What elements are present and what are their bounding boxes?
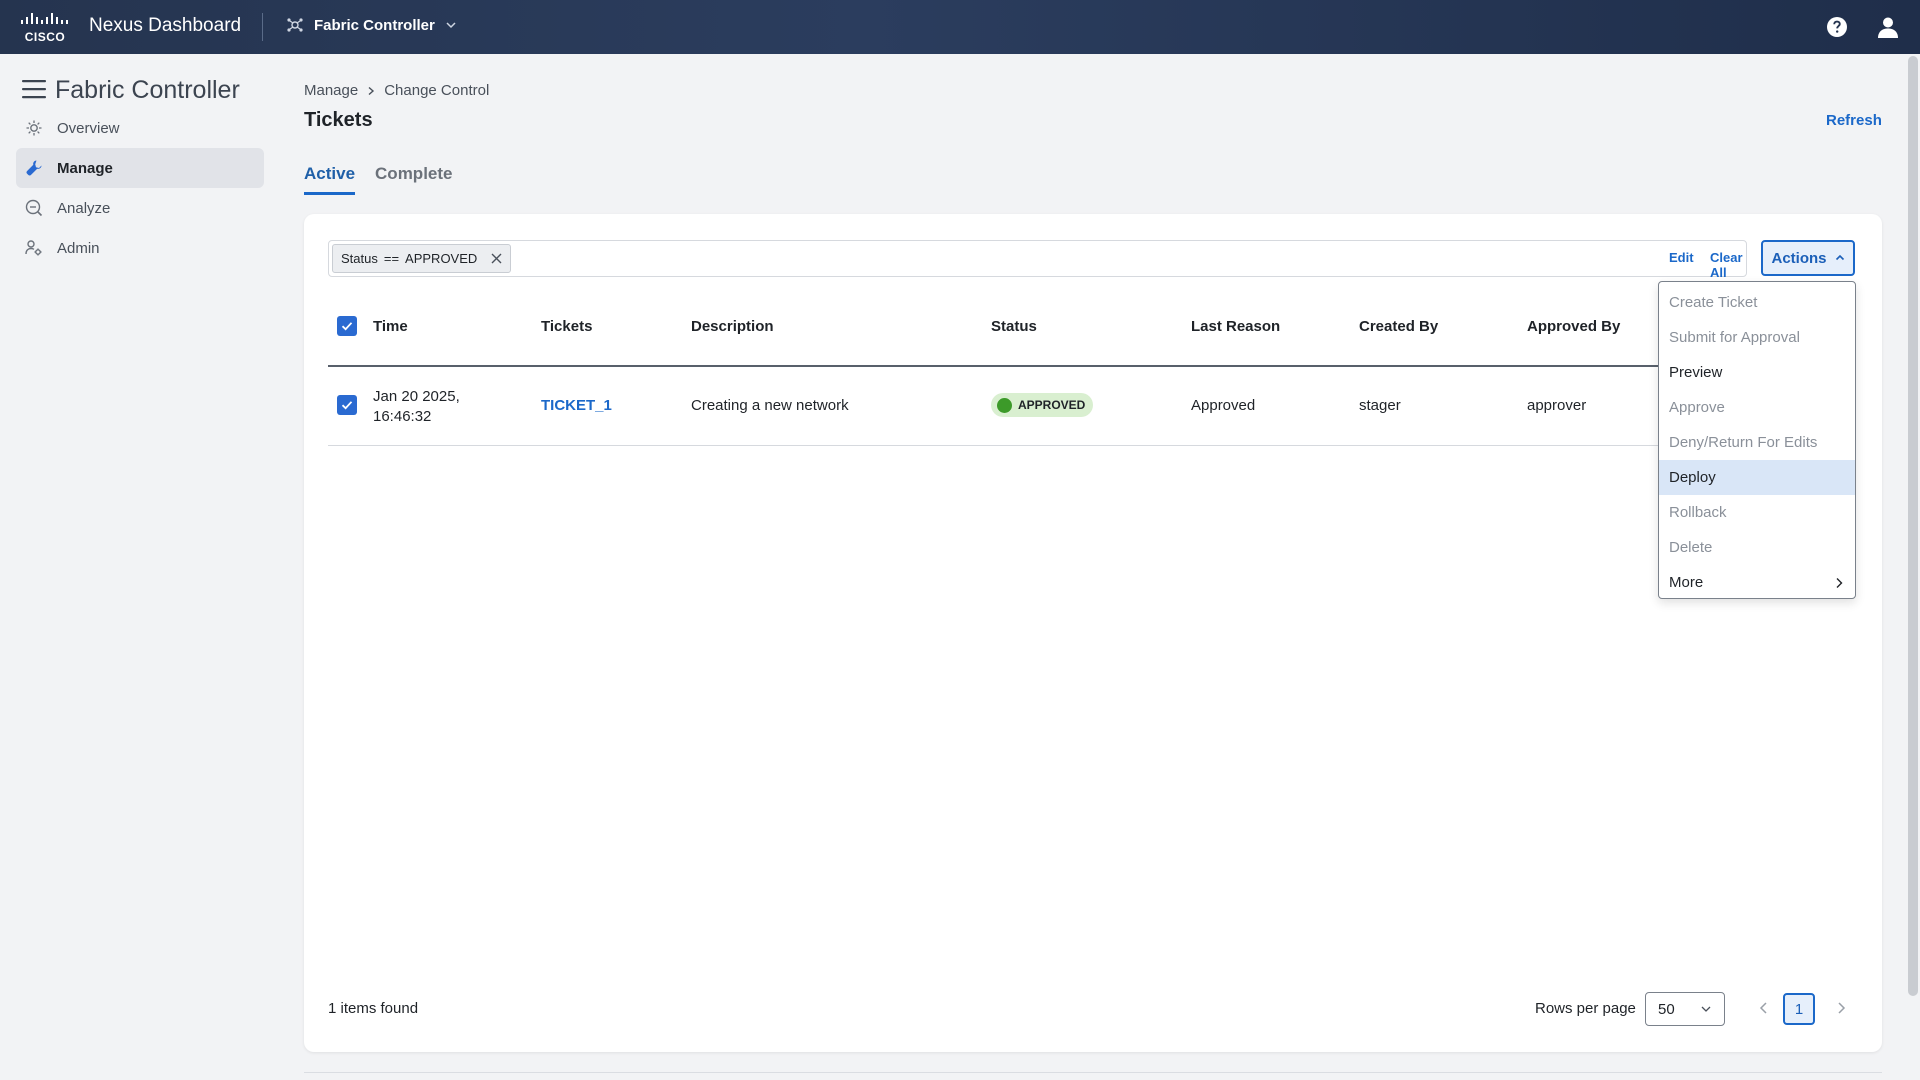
- column-header-last-reason[interactable]: Last Reason: [1191, 318, 1280, 335]
- status-badge-label: APPROVED: [1018, 398, 1086, 412]
- fabric-controller-icon: [287, 18, 303, 32]
- menu-item-delete[interactable]: Delete: [1659, 530, 1855, 565]
- menu-item-more[interactable]: More: [1659, 565, 1855, 598]
- chevron-down-icon: [1701, 1006, 1711, 1012]
- filter-chip-operator: ==: [383, 251, 400, 266]
- pagination-current-page[interactable]: 1: [1783, 993, 1815, 1025]
- column-header-created-by[interactable]: Created By: [1359, 318, 1438, 335]
- hamburger-menu-icon[interactable]: [22, 79, 46, 99]
- filter-clear-all-link[interactable]: Clear All: [1710, 250, 1746, 280]
- help-icon[interactable]: [1826, 16, 1848, 38]
- filter-chip-field: Status: [341, 251, 378, 266]
- column-header-approved-by[interactable]: Approved By: [1527, 318, 1620, 335]
- column-header-status[interactable]: Status: [991, 318, 1037, 335]
- ticket-link[interactable]: TICKET_1: [541, 397, 612, 414]
- service-selector-label: Fabric Controller: [314, 16, 435, 34]
- menu-item-deploy[interactable]: Deploy: [1659, 460, 1855, 495]
- sidebar-item-label: Analyze: [57, 199, 111, 217]
- chevron-right-icon: [1836, 577, 1843, 588]
- sidebar-item-label: Admin: [57, 239, 100, 257]
- tickets-card: Status == APPROVED Edit Clear All Action…: [304, 214, 1882, 1052]
- page-title: Tickets: [304, 109, 373, 131]
- actions-button-label: Actions: [1771, 249, 1827, 267]
- app-name[interactable]: Nexus Dashboard: [89, 15, 241, 37]
- cisco-bridge-icon: [21, 13, 68, 24]
- tab-complete[interactable]: Complete: [375, 164, 452, 195]
- cisco-logo[interactable]: CISCO: [20, 12, 70, 44]
- column-header-description[interactable]: Description: [691, 318, 774, 335]
- menu-item-submit-for-approval[interactable]: Submit for Approval: [1659, 320, 1855, 355]
- filter-edit-link[interactable]: Edit: [1669, 250, 1694, 265]
- sidebar: Fabric Controller Overview Manage Analyz…: [0, 54, 280, 1080]
- user-profile-icon[interactable]: [1876, 15, 1900, 39]
- service-selector[interactable]: Fabric Controller: [286, 16, 457, 34]
- bottom-divider: [304, 1072, 1882, 1073]
- time-date: Jan 20 2025,: [373, 388, 460, 405]
- sidebar-item-analyze[interactable]: Analyze: [16, 188, 264, 228]
- items-found-count: 1 items found: [328, 1000, 419, 1017]
- actions-dropdown-menu: Create Ticket Submit for Approval Previe…: [1658, 281, 1856, 599]
- breadcrumb: Manage Change Control: [304, 82, 489, 99]
- admin-user-gear-icon: [25, 240, 42, 256]
- page-scrollbar[interactable]: [1908, 56, 1918, 996]
- sidebar-title: Fabric Controller: [55, 76, 240, 104]
- sidebar-item-overview[interactable]: Overview: [16, 108, 264, 148]
- chevron-up-icon: [1835, 254, 1844, 261]
- breadcrumb-change-control: Change Control: [384, 82, 490, 99]
- topbar-divider: [262, 13, 263, 41]
- menu-item-more-label: More: [1669, 574, 1704, 591]
- table-cell-description: Creating a new network: [691, 397, 849, 414]
- wrench-icon: [26, 160, 42, 176]
- close-icon[interactable]: [491, 253, 502, 264]
- menu-item-approve[interactable]: Approve: [1659, 390, 1855, 425]
- pagination-next-icon[interactable]: [1833, 1000, 1849, 1016]
- rows-per-page-value: 50: [1658, 1000, 1675, 1018]
- overview-icon: [26, 120, 42, 136]
- chevron-down-icon: [446, 22, 456, 29]
- table-cell-created-by: stager: [1359, 397, 1401, 414]
- tab-bar: Active Complete: [304, 164, 453, 195]
- chevron-right-icon: [368, 86, 375, 95]
- sidebar-item-manage[interactable]: Manage: [16, 148, 264, 188]
- table-cell-last-reason: Approved: [1191, 397, 1256, 414]
- menu-item-rollback[interactable]: Rollback: [1659, 495, 1855, 530]
- checkmark-icon: [341, 322, 353, 331]
- checkmark-icon: [341, 401, 353, 410]
- sidebar-item-label: Overview: [57, 119, 120, 137]
- top-bar: CISCO Nexus Dashboard Fabric Controller: [0, 0, 1920, 54]
- menu-item-deny-return-for-edits[interactable]: Deny/Return For Edits: [1659, 425, 1855, 460]
- time-clock: 16:46:32: [373, 408, 432, 425]
- menu-item-preview[interactable]: Preview: [1659, 355, 1855, 390]
- refresh-link[interactable]: Refresh: [1826, 112, 1882, 129]
- select-all-checkbox[interactable]: [337, 316, 357, 336]
- actions-button[interactable]: Actions: [1761, 240, 1855, 276]
- status-badge: APPROVED: [991, 393, 1094, 417]
- table-cell-approved-by: approver: [1527, 397, 1587, 414]
- table-cell-time: Jan 20 2025, 16:46:32: [373, 387, 460, 427]
- rows-per-page-label: Rows per page: [1535, 1000, 1636, 1017]
- sidebar-item-label: Manage: [57, 159, 113, 177]
- filter-chip-value: APPROVED: [405, 251, 478, 266]
- breadcrumb-manage[interactable]: Manage: [304, 82, 358, 99]
- column-header-time[interactable]: Time: [373, 318, 408, 335]
- sidebar-item-admin[interactable]: Admin: [16, 228, 264, 268]
- filter-bar[interactable]: Status == APPROVED Edit Clear All: [328, 240, 1747, 280]
- table-header-divider: [328, 365, 1748, 367]
- analyze-icon: [25, 199, 43, 217]
- table-row-divider: [328, 445, 1748, 446]
- menu-item-create-ticket[interactable]: Create Ticket: [1659, 285, 1855, 320]
- status-approved-icon: [997, 397, 1012, 413]
- tab-active[interactable]: Active: [304, 164, 356, 195]
- pagination-prev-icon[interactable]: [1756, 1000, 1772, 1016]
- rows-per-page-select[interactable]: 50: [1645, 992, 1725, 1026]
- row-checkbox[interactable]: [337, 395, 357, 415]
- cisco-wordmark: CISCO: [24, 30, 66, 44]
- filter-chip[interactable]: Status == APPROVED: [332, 244, 512, 273]
- column-header-tickets[interactable]: Tickets: [541, 318, 592, 335]
